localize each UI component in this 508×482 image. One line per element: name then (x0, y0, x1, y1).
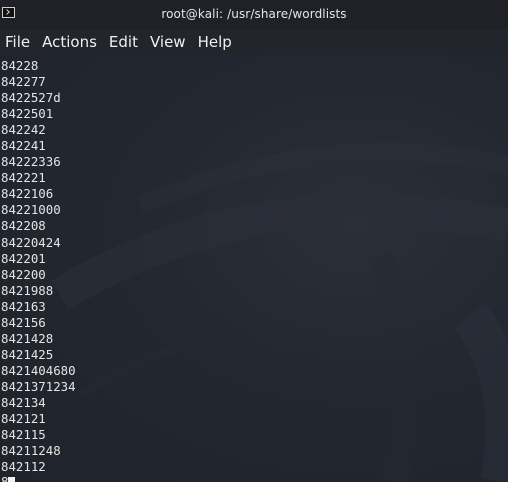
window-title: root@kali: /usr/share/wordlists (161, 7, 347, 21)
output-line: 8422106 (1, 186, 54, 202)
output-line: 842201 (1, 250, 46, 266)
output-line: 84222336 (1, 154, 61, 170)
output-line: 8421988 (1, 282, 54, 298)
title-bar[interactable]: root@kali: /usr/share/wordlists (0, 0, 508, 29)
output-line: 842200 (1, 266, 46, 282)
output-line: 8421404680 (1, 362, 76, 378)
kali-dragon-wallpaper (51, 142, 508, 482)
menu-edit[interactable]: Edit (103, 29, 144, 55)
menu-file[interactable]: File (0, 29, 36, 55)
output-line: 84211248 (1, 443, 61, 459)
menu-actions[interactable]: Actions (36, 29, 103, 55)
output-lines: 84228 842277 8422527d 8422501 842242 842… (1, 58, 76, 475)
output-line: 8421425 (1, 346, 54, 362)
output-line: 842121 (1, 411, 46, 427)
menu-view[interactable]: View (144, 29, 192, 55)
output-line: 84228 (1, 58, 39, 73)
output-line: 842208 (1, 218, 46, 234)
text-cursor (8, 477, 16, 482)
output-line: 842134 (1, 394, 46, 410)
output-line: 842241 (1, 138, 46, 154)
output-line: 8421371234 (1, 378, 76, 394)
output-line: 842115 (1, 427, 46, 443)
output-line: 8422501 (1, 106, 54, 122)
output-line: 842221 (1, 170, 46, 186)
menu-bar: File Actions Edit View Help (0, 29, 508, 55)
partial-output-text: 8 (1, 474, 9, 482)
output-line: 842156 (1, 314, 46, 330)
prompt-line[interactable]: 8 (1, 474, 16, 482)
output-line: 8421428 (1, 330, 54, 346)
output-line: 8422527d (1, 90, 61, 106)
output-line: 842112 (1, 459, 46, 475)
output-line: 842163 (1, 298, 46, 314)
terminal-window: root@kali: /usr/share/wordlists File Act… (0, 0, 508, 482)
output-line: 842242 (1, 122, 46, 138)
output-line: 84220424 (1, 234, 61, 250)
output-line: 842277 (1, 74, 46, 90)
terminal-output-area[interactable]: 84228 842277 8422527d 8422501 842242 842… (0, 55, 508, 482)
output-line: 84221000 (1, 202, 61, 218)
menu-help[interactable]: Help (192, 29, 238, 55)
